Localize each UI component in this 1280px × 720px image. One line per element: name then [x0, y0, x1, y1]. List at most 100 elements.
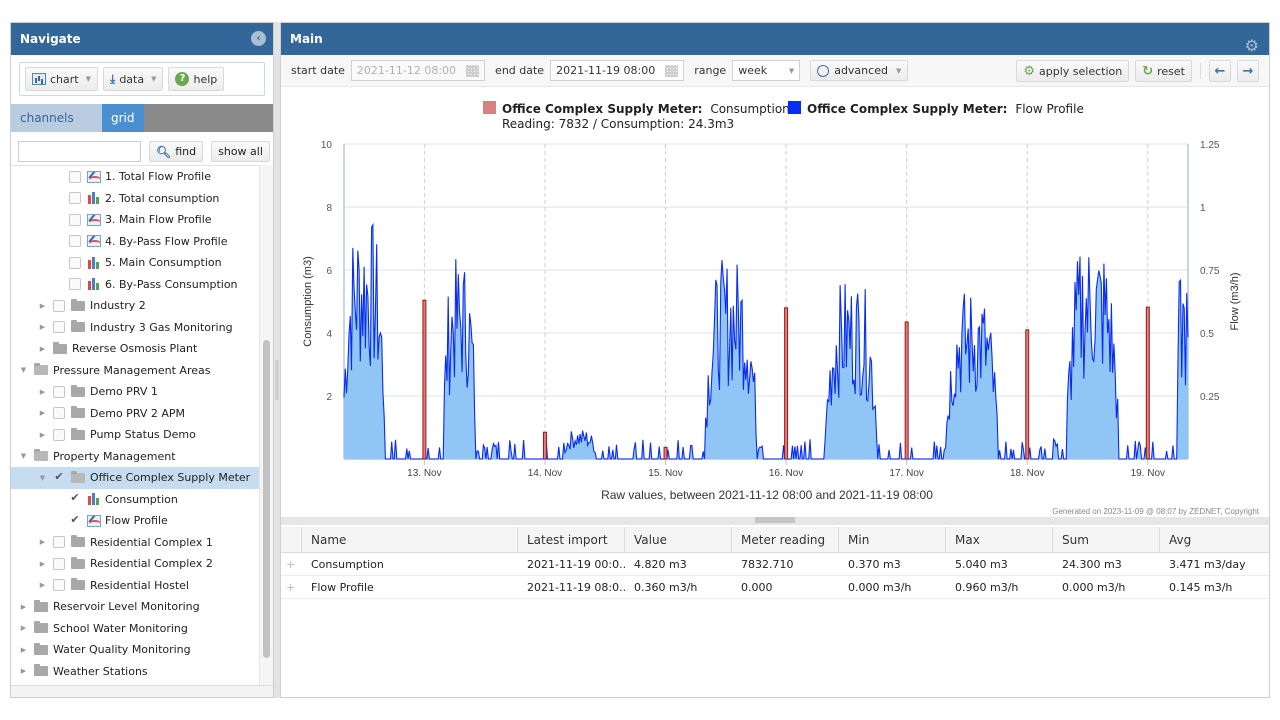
expand-arrow-icon[interactable]: ▶ [19, 667, 28, 675]
tree-checkbox[interactable] [53, 536, 65, 549]
calendar-icon[interactable] [665, 64, 679, 77]
expand-arrow-icon[interactable]: ▶ [38, 388, 47, 396]
tree-scrollbar[interactable] [259, 165, 273, 685]
expand-row-icon[interactable]: + [281, 576, 302, 598]
expand-arrow-icon[interactable]: ▶ [38, 323, 47, 331]
tree-item[interactable]: ▶ Water Quality Monitoring [11, 639, 261, 661]
tree-item[interactable]: 4. By-Pass Flow Profile [11, 231, 261, 253]
expand-arrow-icon[interactable]: ▶ [38, 431, 47, 439]
tree-item[interactable]: 3. Main Flow Profile [11, 209, 261, 231]
tree-checkbox[interactable]: ✔ [53, 471, 65, 484]
calendar-icon[interactable] [466, 64, 480, 77]
tree-item[interactable]: ▶ Reservoir Level Monitoring [11, 596, 261, 618]
expand-arrow-icon[interactable]: ▶ [38, 345, 47, 353]
tree-item[interactable]: ▶ School Water Monitoring [11, 618, 261, 640]
previous-period-button[interactable]: ← [1209, 60, 1231, 82]
tree-item[interactable]: ▶ Residential Complex 2 [11, 553, 261, 575]
tree-item[interactable]: ▶ Residential Hostel [11, 575, 261, 597]
table-row[interactable]: + Flow Profile 2021-11-19 08:0... 0.360 m3/… [281, 576, 1269, 599]
tab-grid[interactable]: grid [102, 104, 144, 132]
tree-item[interactable]: ▼ Property Management [11, 446, 261, 468]
column-header-max[interactable]: Max [946, 527, 1053, 552]
expand-arrow-icon[interactable]: ▶ [38, 560, 47, 568]
tree-item[interactable]: ▶ Weather Stations [11, 661, 261, 683]
splitter-grip[interactable] [755, 517, 795, 523]
expand-arrow-icon[interactable]: ▶ [38, 581, 47, 589]
expand-row-icon[interactable]: + [281, 553, 302, 575]
tree-item[interactable]: ▶ Pump Status Demo [11, 424, 261, 446]
tree-checkbox[interactable] [53, 557, 65, 570]
tree-item[interactable]: ▶ Residential Complex 1 [11, 532, 261, 554]
show-all-button[interactable]: show all [211, 141, 270, 162]
consumption-bar[interactable] [663, 446, 668, 460]
table-row[interactable]: + Consumption 2021-11-19 00:0... 4.820 m3 78… [281, 553, 1269, 576]
tree-item[interactable]: ✔ Consumption [11, 489, 261, 511]
tree-checkbox[interactable] [53, 579, 65, 592]
consumption-bar[interactable] [542, 431, 547, 460]
data-menu-button[interactable]: ⤓ data ▼ [103, 67, 164, 91]
tree-item[interactable]: ▼ Pressure Management Areas [11, 360, 261, 382]
collapse-panel-icon[interactable]: ‹ [251, 31, 266, 46]
tree-checkbox[interactable] [53, 321, 65, 334]
legend-series-flow[interactable]: Office Complex Supply Meter: Flow Profil… [807, 102, 1084, 116]
tab-channels-tree[interactable]: channels tree [11, 104, 102, 153]
column-header-sum[interactable]: Sum [1053, 527, 1160, 552]
tree-item[interactable]: 2. Total consumption [11, 188, 261, 210]
column-header-latest-import[interactable]: Latest import [518, 527, 625, 552]
chart-menu-button[interactable]: chart ▼ [25, 67, 98, 91]
chart-credits[interactable]: Generated on 2023-11-09 @ 08:07 by ZEDNE… [1052, 507, 1260, 516]
apply-selection-button[interactable]: ⚙ apply selection [1016, 60, 1130, 82]
tree-item[interactable]: ▶ Demo PRV 2 APM [11, 403, 261, 425]
consumption-bar[interactable] [422, 299, 427, 460]
tree-item[interactable]: ▶ Reverse Osmosis Plant [11, 338, 261, 360]
consumption-bar[interactable] [1025, 329, 1030, 460]
next-period-button[interactable]: → [1237, 60, 1259, 82]
reset-button[interactable]: ↻ reset [1135, 60, 1192, 82]
tree-checkbox[interactable] [69, 278, 81, 291]
collapse-arrow-icon[interactable]: ▼ [19, 366, 28, 374]
expand-arrow-icon[interactable]: ▶ [19, 603, 28, 611]
splitter-grip[interactable] [275, 360, 279, 400]
scrollbar-thumb[interactable] [263, 340, 270, 658]
flow-profile-area[interactable] [344, 224, 1188, 459]
tree-item[interactable]: ▶ Industry 2 [11, 295, 261, 317]
consumption-bar[interactable] [1145, 306, 1150, 460]
expand-arrow-icon[interactable]: ▶ [19, 624, 28, 632]
tree-item[interactable]: ▼ ✔ Office Complex Supply Meter [11, 467, 261, 489]
advanced-button[interactable]: advanced ▼ [810, 60, 909, 81]
tree-item[interactable]: ▶ Demo PRV 1 [11, 381, 261, 403]
help-button[interactable]: ? help [168, 67, 225, 91]
tree-checkbox[interactable]: ✔ [69, 514, 81, 527]
tree-checkbox[interactable] [69, 170, 81, 183]
tree-checkbox[interactable] [69, 256, 81, 269]
find-button[interactable]: 🔍︎ find [149, 141, 204, 162]
tree-item[interactable]: ▶ Industry 3 Gas Monitoring [11, 317, 261, 339]
tree-checkbox[interactable] [53, 428, 65, 441]
column-header-name[interactable]: Name [302, 527, 518, 552]
expand-arrow-icon[interactable]: ▶ [38, 538, 47, 546]
tree-checkbox[interactable] [53, 299, 65, 312]
collapse-arrow-icon[interactable]: ▼ [38, 474, 47, 482]
column-header-avg[interactable]: Avg [1160, 527, 1269, 552]
collapse-arrow-icon[interactable]: ▼ [19, 452, 28, 460]
end-date-input[interactable]: 2021-11-19 08:00 [550, 60, 685, 81]
tree-checkbox[interactable] [69, 213, 81, 226]
tree-item[interactable]: 1. Total Flow Profile [11, 166, 261, 188]
expand-arrow-icon[interactable]: ▶ [38, 302, 47, 310]
consumption-bar[interactable] [784, 307, 789, 460]
start-date-input[interactable]: 2021-11-12 08:00 [350, 60, 486, 81]
chart-grid-splitter[interactable] [281, 517, 1269, 525]
search-input[interactable] [18, 141, 141, 162]
column-header-min[interactable]: Min [839, 527, 946, 552]
expand-arrow-icon[interactable]: ▶ [19, 646, 28, 654]
range-select[interactable]: week ▼ [732, 60, 801, 81]
tree-checkbox[interactable] [53, 385, 65, 398]
tree-checkbox[interactable] [53, 407, 65, 420]
column-header-value[interactable]: Value [625, 527, 732, 552]
tree-checkbox[interactable] [69, 235, 81, 248]
tree-checkbox[interactable]: ✔ [69, 492, 81, 505]
legend-swatch-consumption[interactable] [483, 101, 496, 114]
consumption-bar[interactable] [904, 321, 909, 460]
tree-item[interactable]: ✔ Flow Profile [11, 510, 261, 532]
tree-checkbox[interactable] [69, 192, 81, 205]
